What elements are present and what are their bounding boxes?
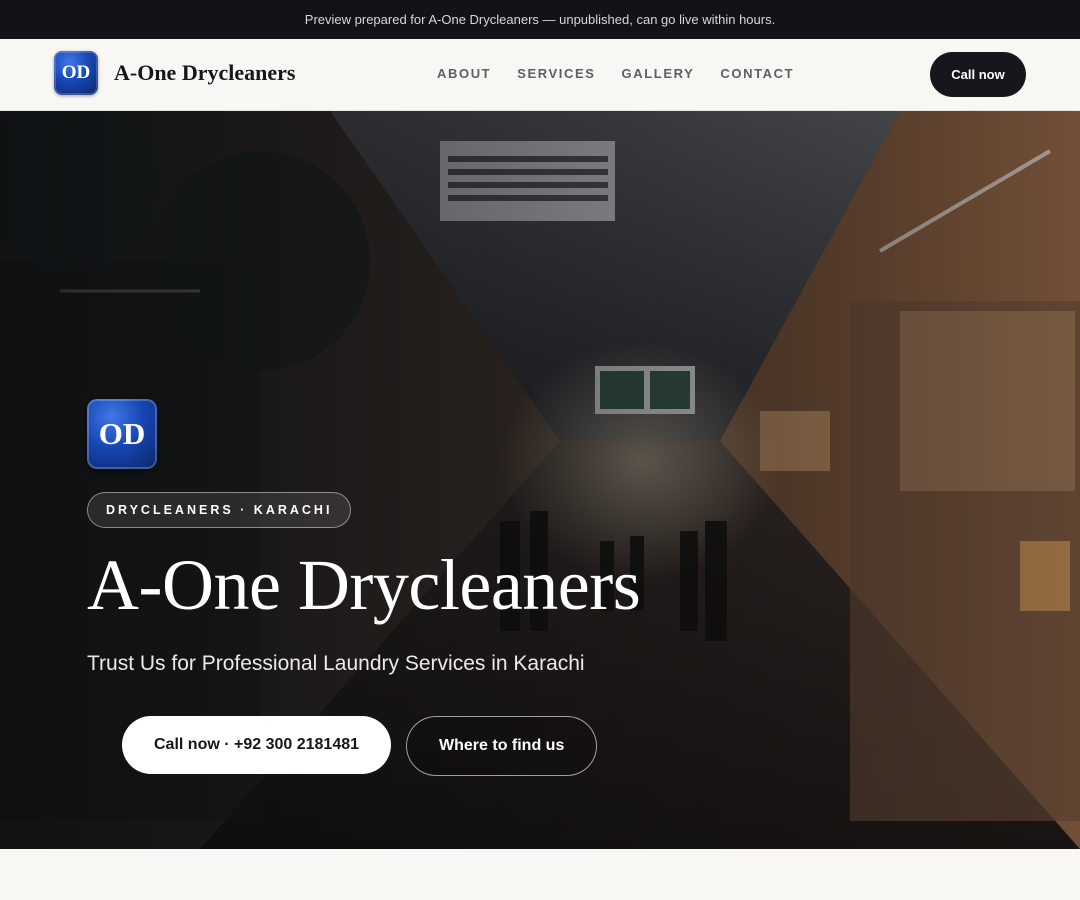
category-badge: DRYCLEANERS · KARACHI	[87, 492, 352, 528]
call-phone-button[interactable]: Call now · +92 300 2181481	[122, 716, 392, 774]
find-us-label: Where to find us	[439, 737, 565, 754]
nav-gallery[interactable]: GALLERY	[622, 66, 695, 81]
hero-subtitle: Trust Us for Professional Laundry Servic…	[87, 651, 585, 675]
call-now-button[interactable]: Call now	[930, 52, 1026, 97]
hero-logo-text: OD	[98, 416, 146, 451]
hero-logo-icon: OD	[87, 399, 157, 469]
call-phone-label: Call now · +92 300 2181481	[154, 736, 360, 753]
preview-banner-text: Preview prepared for A-One Drycleaners —…	[304, 12, 776, 27]
nav-about[interactable]: ABOUT	[437, 66, 491, 81]
hero-title: A-One Drycleaners	[87, 545, 641, 625]
preview-banner: Preview prepared for A-One Drycleaners —…	[0, 0, 1080, 39]
site-header: OD A-One Drycleaners ABOUT SERVICES GALL…	[0, 39, 1080, 111]
hero-actions: Call now · +92 300 2181481 Where to find…	[122, 716, 598, 776]
brand-name: A-One Drycleaners	[114, 60, 296, 85]
brand[interactable]: OD A-One Drycleaners	[54, 51, 295, 95]
hero-section: OD DRYCLEANERS · KARACHI A-One Drycleane…	[0, 111, 1080, 849]
main-nav: ABOUT SERVICES GALLERY CONTACT	[437, 66, 794, 81]
nav-contact[interactable]: CONTACT	[720, 66, 794, 81]
logo-icon: OD	[54, 51, 98, 95]
logo-text: OD	[61, 62, 91, 83]
find-us-button[interactable]: Where to find us	[406, 716, 598, 776]
nav-services[interactable]: SERVICES	[517, 66, 595, 81]
call-now-label: Call now	[951, 67, 1005, 82]
hero-content: OD DRYCLEANERS · KARACHI A-One Drycleane…	[87, 399, 641, 676]
